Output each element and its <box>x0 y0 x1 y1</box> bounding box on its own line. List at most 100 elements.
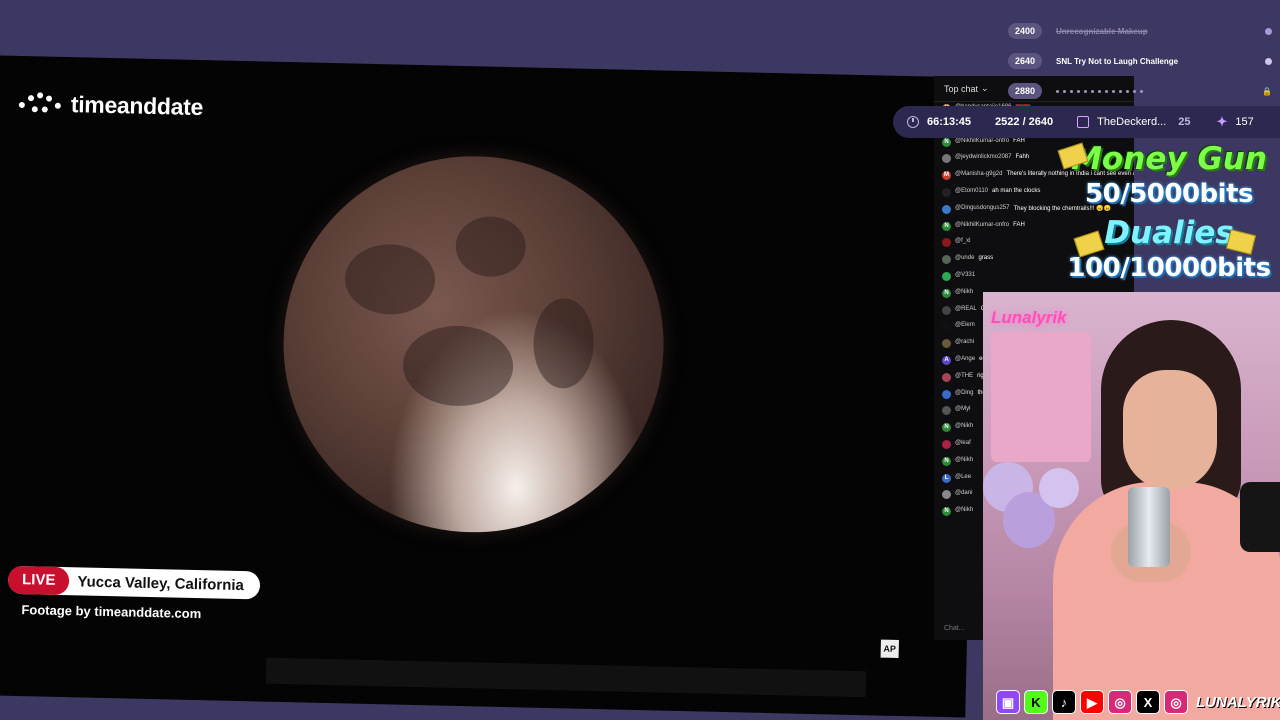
chat-text: FAH <box>1013 221 1025 228</box>
star-icon: ✦ <box>1216 114 1228 129</box>
avatar[interactable] <box>942 204 951 214</box>
clock-icon <box>907 116 919 128</box>
avatar[interactable] <box>942 322 951 332</box>
goal-label: SNL Try Not to Laugh Challenge <box>1056 56 1179 66</box>
chat-username[interactable]: @Elem <box>955 322 975 328</box>
ap-badge: AP <box>880 639 899 658</box>
chat-username[interactable]: @Dingusdongus257 <box>955 205 1009 211</box>
chat-username[interactable]: @V331 <box>955 272 975 278</box>
live-pill: LIVE Yucca Valley, California <box>7 565 261 600</box>
chat-username[interactable]: @Nikh <box>955 423 973 429</box>
goal-hidden-dots <box>1056 89 1262 93</box>
goal-row: 2400 Unrecognizable Makeup <box>1008 16 1272 46</box>
twitch-icon[interactable]: ▣ <box>996 690 1020 714</box>
chat-username[interactable]: @Lee <box>955 474 971 480</box>
chat-username[interactable]: @Manisha-g9g2d <box>955 171 1002 177</box>
star-count: 157 <box>1235 116 1254 128</box>
footage-credit: Footage by timeanddate.com <box>21 602 202 622</box>
chat-username[interactable]: @Ding <box>955 390 973 396</box>
instagram-icon[interactable]: ◎ <box>1108 690 1132 714</box>
avatar[interactable] <box>942 255 951 265</box>
video-player[interactable]: timeanddate LIVE Yucca Valley, Californi… <box>0 55 980 718</box>
kick-icon[interactable]: K <box>1024 690 1048 714</box>
avatar[interactable] <box>942 406 951 416</box>
gift-icon <box>1077 116 1090 128</box>
subathon-goals: 2400 Unrecognizable Makeup 2640 SNL Try … <box>1008 16 1272 106</box>
avatar[interactable]: N <box>942 507 951 517</box>
avatar[interactable]: L <box>942 473 951 483</box>
youtube-icon[interactable]: ▶ <box>1080 690 1104 714</box>
lunar-eclipse-moon <box>279 152 668 537</box>
avatar[interactable]: N <box>942 221 951 231</box>
microphone <box>1240 482 1280 552</box>
chat-username[interactable]: @dani <box>955 490 972 496</box>
live-badge: LIVE <box>7 565 70 596</box>
chat-input[interactable]: Chat... <box>944 625 965 632</box>
chat-username[interactable]: @Etom0110 <box>955 188 988 194</box>
goal-amount: 2640 <box>1008 53 1042 69</box>
chat-username[interactable]: @jeydwinlickmo2087 <box>955 154 1011 160</box>
avatar[interactable] <box>942 439 951 449</box>
chat-username[interactable]: @rachi <box>955 339 974 345</box>
logo-dots-icon <box>18 91 64 116</box>
bit-alert-overlay: Money Gun 50/5000bits Dualies 100/10000b… <box>1057 140 1280 284</box>
chat-username[interactable]: @f_xl <box>955 238 970 244</box>
avatar[interactable]: A <box>942 355 951 365</box>
avatar[interactable] <box>942 490 951 500</box>
live-lower-third: LIVE Yucca Valley, California Footage by… <box>7 565 261 623</box>
video-controls-bar[interactable] <box>265 657 867 698</box>
neon-sign: Lunalyrik <box>991 308 1067 327</box>
streamer-handle: LUNALYRIK <box>1196 693 1280 711</box>
avatar[interactable] <box>942 154 951 164</box>
avatar[interactable] <box>942 271 951 281</box>
x-icon[interactable]: X <box>1136 690 1160 714</box>
chat-username[interactable]: @Nikh <box>955 457 973 463</box>
lock-icon: 🔒 <box>1262 86 1272 96</box>
tiktok-icon[interactable]: ♪ <box>1052 690 1076 714</box>
goal-complete-dot-icon <box>1265 27 1272 35</box>
drink-can <box>1128 487 1170 567</box>
stream-layout: timeanddate LIVE Yucca Valley, Californi… <box>0 0 1280 720</box>
avatar[interactable]: N <box>942 423 951 433</box>
avatar[interactable]: N <box>942 137 951 147</box>
bits-progress: 2522 / 2640 <box>995 116 1054 128</box>
goal-active-dot-icon <box>1265 57 1272 65</box>
chat-username[interactable]: @Ange <box>955 356 975 362</box>
avatar[interactable] <box>942 238 951 248</box>
streamer-face <box>1123 370 1217 490</box>
timeanddate-logo: timeanddate <box>18 90 204 121</box>
chat-filter-label: Top chat <box>944 83 979 94</box>
avatar[interactable]: M <box>942 171 951 181</box>
avatar[interactable]: N <box>942 288 951 298</box>
avatar[interactable] <box>942 389 951 399</box>
instagram-icon[interactable]: ◎ <box>1164 690 1188 714</box>
dualies-progress: 100/10000bits <box>1067 253 1271 283</box>
money-gun-title: Money Gun <box>1071 141 1267 177</box>
chat-text: Fahh <box>1015 154 1030 161</box>
avatar[interactable] <box>942 305 951 315</box>
chat-username[interactable]: @unde <box>955 255 974 261</box>
subathon-timer: 66:13:45 <box>927 116 972 128</box>
avatar[interactable] <box>942 187 951 197</box>
chat-text: ah man the clocks <box>992 187 1041 194</box>
webcam-feed: Lunalyrik <box>983 292 1280 720</box>
location-label: Yucca Valley, California <box>77 572 245 594</box>
chat-username[interactable]: @NikhilKumar-onfro <box>955 222 1009 228</box>
avatar[interactable] <box>942 339 951 349</box>
chat-text: grass <box>978 255 994 262</box>
chat-username[interactable]: @NikhilKumar-onfro <box>955 138 1009 144</box>
chat-username[interactable]: @leaf <box>955 440 971 446</box>
goal-label: Unrecognizable Makeup <box>1056 26 1148 36</box>
chat-username[interactable]: @Myl <box>955 406 970 412</box>
chat-username[interactable]: @Nikh <box>955 289 973 295</box>
stream-stats-bar: 66:13:45 2522 / 2640 TheDeckerd... 25 ✦ … <box>893 106 1280 138</box>
chat-username[interactable]: @Nikh <box>955 507 973 513</box>
goal-row: 2880 🔒 <box>1008 76 1272 106</box>
avatar[interactable]: N <box>942 456 951 466</box>
chat-text: FAH <box>1013 137 1025 144</box>
chat-username[interactable]: @THE <box>955 373 973 379</box>
logo-text: timeanddate <box>70 91 204 121</box>
avatar[interactable] <box>942 372 951 382</box>
top-gifter-count: 25 <box>1178 116 1191 128</box>
chat-username[interactable]: @REAL <box>955 306 977 312</box>
